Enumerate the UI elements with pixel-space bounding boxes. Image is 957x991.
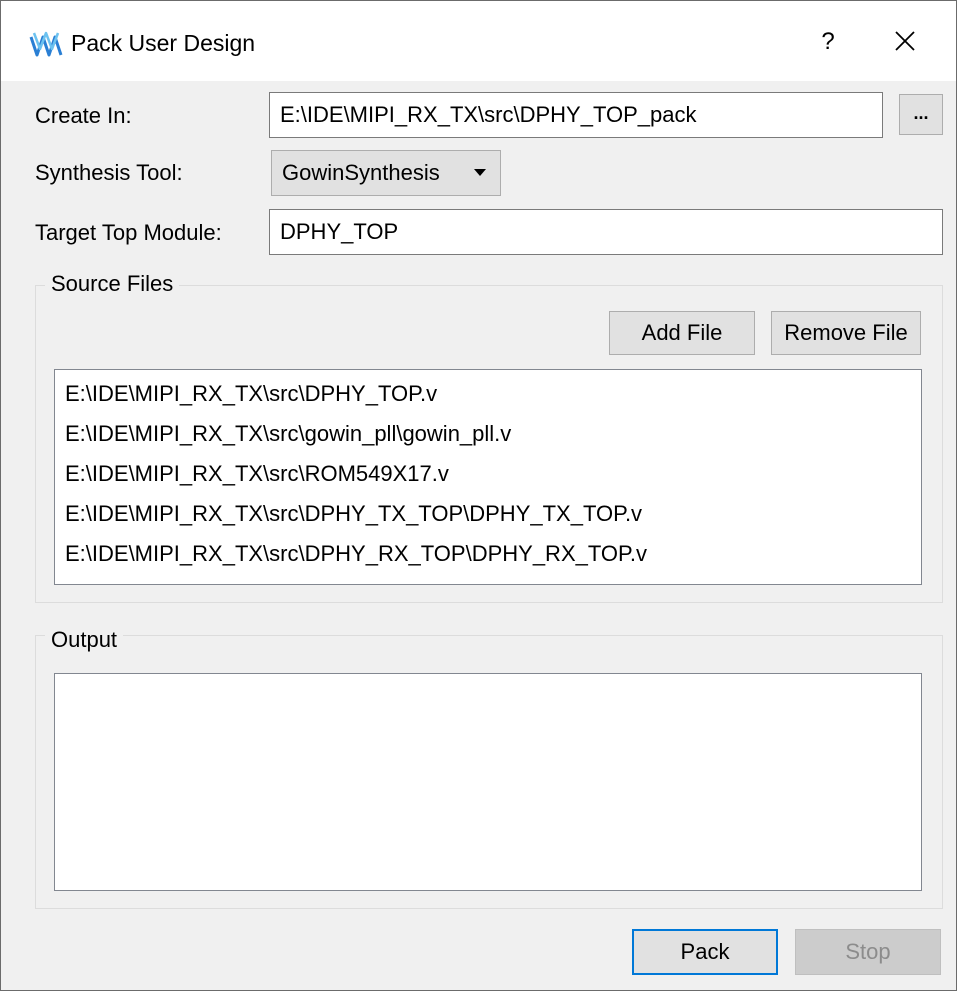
synthesis-tool-value: GowinSynthesis	[282, 160, 440, 185]
list-item[interactable]: E:\IDE\MIPI_RX_TX\src\ROM549X17.v	[55, 454, 921, 494]
list-item[interactable]: E:\IDE\MIPI_RX_TX\src\gowin_pll\gowin_pl…	[55, 414, 921, 454]
pack-user-design-dialog: Pack User Design ? Create In: E:\IDE\MIP…	[0, 0, 957, 991]
help-button[interactable]: ?	[813, 25, 843, 59]
output-text-area[interactable]	[54, 673, 922, 891]
close-icon[interactable]	[887, 23, 923, 59]
source-files-title: Source Files	[45, 271, 180, 297]
create-in-field[interactable]: E:\IDE\MIPI_RX_TX\src\DPHY_TOP_pack	[269, 92, 883, 138]
list-item[interactable]: E:\IDE\MIPI_RX_TX\src\DPHY_TX_TOP\DPHY_T…	[55, 494, 921, 534]
list-item[interactable]: E:\IDE\MIPI_RX_TX\src\DPHY_TOP.v	[55, 374, 921, 414]
list-item[interactable]: E:\IDE\MIPI_RX_TX\src\DPHY_RX_TOP\DPHY_R…	[55, 534, 921, 574]
output-title: Output	[45, 627, 124, 653]
add-file-button[interactable]: Add File	[609, 311, 755, 355]
source-files-list[interactable]: E:\IDE\MIPI_RX_TX\src\DPHY_TOP.v E:\IDE\…	[54, 369, 922, 585]
target-top-module-field[interactable]: DPHY_TOP	[269, 209, 943, 255]
stop-button[interactable]: Stop	[795, 929, 941, 975]
gowin-logo-icon	[29, 31, 63, 57]
remove-file-button[interactable]: Remove File	[771, 311, 921, 355]
browse-button[interactable]: ...	[899, 94, 943, 135]
chevron-down-icon	[474, 169, 486, 176]
pack-button[interactable]: Pack	[632, 929, 778, 975]
synthesis-tool-label: Synthesis Tool:	[35, 160, 183, 185]
synthesis-tool-dropdown[interactable]: GowinSynthesis	[271, 150, 501, 196]
create-in-label: Create In:	[35, 103, 132, 128]
target-top-module-label: Target Top Module:	[35, 220, 222, 245]
title-bar: Pack User Design ?	[1, 1, 956, 81]
window-title: Pack User Design	[71, 30, 256, 56]
